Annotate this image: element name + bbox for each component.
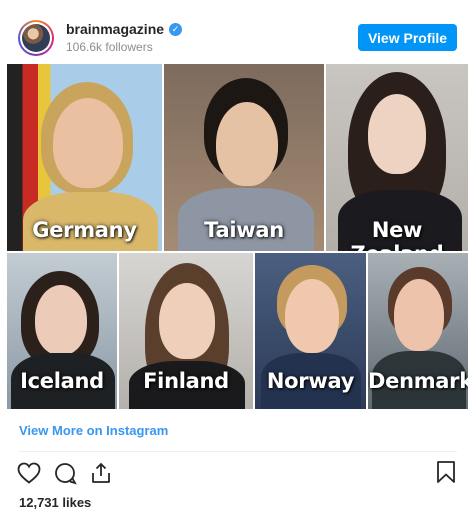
tile-label: Denmark [368,369,468,393]
follower-count: 106.6k followers [66,40,153,54]
divider [19,451,457,452]
tile-new-zealand: New Zealand [326,64,468,251]
verified-badge-icon: ✓ [169,22,183,36]
share-icon[interactable] [88,460,114,486]
username[interactable]: brainmagazine [66,21,164,37]
instagram-embed-card: brainmagazine ✓ 106.6k followers View Pr… [0,0,476,516]
bookmark-icon[interactable] [433,458,459,486]
tile-label: Germany [32,218,137,242]
tile-label: Iceland [20,369,104,393]
tile-finland: Finland [119,253,253,409]
tile-label: New Zealand [351,218,444,251]
tile-norway: Norway [255,253,366,409]
like-count[interactable]: 12,731 likes [19,495,91,510]
post-image[interactable]: Germany Taiwan New Zealand Iceland [7,64,468,409]
view-more-link[interactable]: View More on Instagram [19,423,168,438]
avatar-image [22,24,50,52]
tile-taiwan: Taiwan [164,64,324,251]
tile-germany: Germany [7,64,162,251]
action-bar [16,458,114,488]
view-profile-button[interactable]: View Profile [358,24,457,51]
username-row: brainmagazine ✓ [66,21,183,37]
comment-icon[interactable] [52,460,78,486]
tile-denmark: Denmark [368,253,468,409]
tile-label: Norway [266,369,355,393]
tile-iceland: Iceland [7,253,117,409]
tile-label: Taiwan [204,218,284,242]
tile-label: Finland [143,369,229,393]
post-header: brainmagazine ✓ 106.6k followers View Pr… [0,0,476,64]
avatar[interactable] [18,20,54,56]
heart-icon[interactable] [16,460,42,486]
